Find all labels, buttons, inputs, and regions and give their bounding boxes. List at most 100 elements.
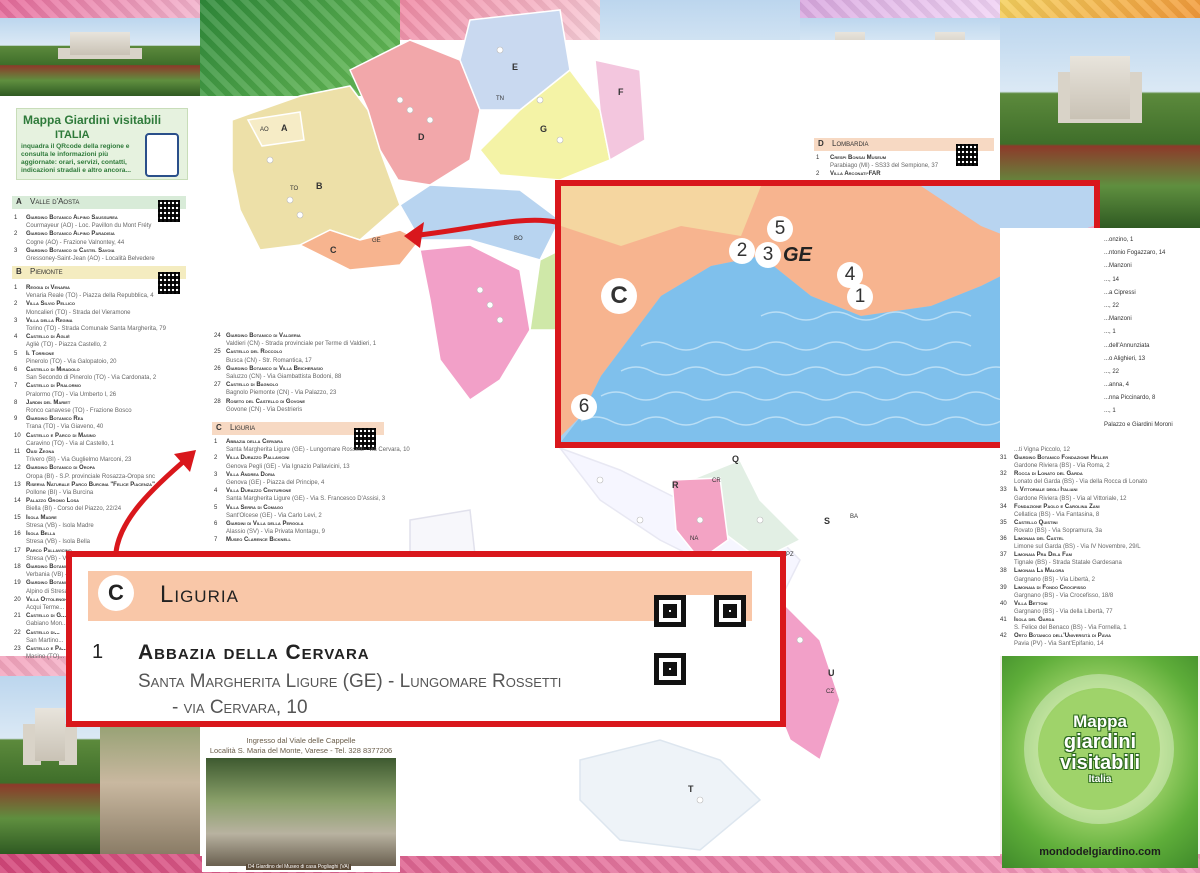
list-item-name: Villa Bettoni: [1014, 600, 1048, 607]
list-item: 5 Villa Serra di Comago Sant'Olcese (GE) -…: [214, 504, 354, 520]
list-item: 35 Castello Quistini Rovato (BS) - Via Sop…: [1000, 519, 1196, 535]
list-item-address: Gardone Riviera (BS) - Via al Vittoriale…: [1014, 495, 1127, 502]
list-fragment: ...dell'Annunziata: [1104, 342, 1150, 349]
list-item-number: 7: [214, 537, 218, 544]
callout-address-line2: - via Cervara, 10: [172, 697, 308, 718]
list-item-name: Castello di Bagnolo: [226, 382, 279, 389]
list-item: 3 Villa Andrea Doria Genova (GE) - Piazza …: [214, 471, 354, 487]
list-item-name: Orto Botanico dell'Università di Pavia: [1014, 633, 1111, 640]
list-item-address: Gardone Riviera (BS) - Via Roma, 2: [1014, 463, 1110, 470]
list-item-name: Il Vittoriale degli Italiani: [1014, 487, 1078, 494]
qr-code-lombardia[interactable]: [956, 144, 978, 166]
list-item: 28 Roseto del Castello di Govone Govone (C…: [214, 398, 384, 414]
callout-garden-name: Abbazia della Cervara: [138, 641, 370, 664]
list-fragment: Palazzo e Giardini Moroni: [1104, 421, 1173, 428]
list-item-address: Gargnano (BS) - Via Libertà, 2: [1014, 576, 1095, 583]
list-item-address: Genova Pegli (GE) - Via Ignazio Pallavic…: [226, 463, 350, 470]
province-to: TO: [290, 186, 299, 192]
list-item: 25 Castello del Roccolo Busca (CN) - Str. …: [214, 348, 384, 364]
list-item-name: Limonaia del Castel: [1014, 536, 1064, 543]
list-item: 6 Giardini di Villa della Pergola Alassio …: [214, 520, 354, 536]
list-lombardia-top: 1 Crespi Bonsai Museum Parabiago (MI) - SS…: [816, 154, 956, 178]
list-item-name: Castello del Roccolo: [226, 349, 283, 356]
list-fragment: ...anna, 4: [1104, 382, 1130, 389]
list-fragment: ...ntonio Fogazzaro, 14: [1104, 250, 1166, 257]
list-item-name: Crespi Bonsai Museum: [830, 155, 887, 161]
region-letter-g: G: [540, 124, 547, 134]
list-item-number: 42: [1000, 633, 1007, 640]
list-item: 38 Limonaia La Malora Gargnano (BS) - Via …: [1000, 567, 1196, 583]
list-fragment: ...Manzoni: [1104, 316, 1132, 323]
list-item-name: Villa Serra di Comago: [226, 504, 284, 511]
zoom-marker-1[interactable]: 1: [847, 284, 873, 310]
list-item-number: 36: [1000, 536, 1007, 543]
list-item-number: 25: [214, 349, 221, 356]
list-item-name: Roseto del Castello di Govone: [226, 398, 306, 405]
zoom-marker-3[interactable]: 3: [755, 242, 781, 268]
list-item-number: 31: [1000, 455, 1007, 462]
list-item: 33 Il Vittoriale degli Italiani Gardone Ri…: [1000, 486, 1196, 502]
list-item-number: 39: [1000, 584, 1007, 591]
promo-logo: Mappa giardini visitabili Italia mondode…: [1002, 656, 1198, 868]
callout-region-name: Liguria: [160, 581, 239, 608]
list-fragment: ..., 22: [1104, 302, 1120, 309]
list-item-number: 2: [816, 171, 820, 178]
poster-line2: Località S. Maria del Monte, Varese - Te…: [209, 746, 393, 755]
list-item-address: Busca (CN) - Str. Romantica, 17: [226, 357, 312, 364]
list-lombardia: ...ti Vigna Piccolo, 12 31 Giardino Botani…: [1000, 446, 1196, 648]
list-item-number: 41: [1000, 616, 1007, 623]
garden-poster: Ingresso dal Viale delle Cappelle Locali…: [202, 724, 400, 872]
province-pz: PZ: [786, 552, 794, 558]
list-liguria: 1 Abbazia della Cervara Santa Margherita L…: [214, 438, 410, 545]
zoom-marker-2[interactable]: 2: [729, 238, 755, 264]
list-fragment: ..., 14: [1104, 276, 1120, 283]
list-item-number: 37: [1000, 552, 1007, 559]
callout-item-number: 1: [92, 641, 104, 663]
list-item-address: Gargnano (BS) - Via Crocefisso, 18/8: [1014, 592, 1114, 599]
list-item-address: Lonato del Garda (BS) - Via della Rocca …: [1014, 479, 1148, 486]
list-item-number: 32: [1000, 471, 1007, 478]
list-item: 34 Fondazione Paolo e Carolina Zani Cellat…: [1000, 503, 1196, 519]
list-item-address: Saluzzo (CN) - Via Giambattista Bodoni, …: [226, 374, 342, 381]
list-item-address: Alassio (SV) - Via Privata Montagu, 9: [226, 529, 325, 536]
poster-caption: D4 Giardino del Museo di casa Pogliaghi …: [246, 864, 352, 870]
list-item-name: Castello Quistini: [1014, 519, 1058, 526]
list-item-name: Villa Andrea Doria: [226, 471, 275, 478]
zoom-region-letter: C: [601, 278, 637, 314]
qr-code-liguria[interactable]: [654, 595, 746, 685]
province-ao: AO: [260, 127, 269, 133]
list-item-name: Villa Durazzo Pallavicini: [226, 455, 290, 462]
list-item-name: Villa Durazzo Centurione: [226, 488, 292, 495]
list-item-address: Genova (GE) - Piazza del Principe, 4: [226, 480, 325, 487]
list-item: 41 Isola del Garda S. Felice del Benaco (B…: [1000, 616, 1196, 632]
list-item-number: [1000, 446, 1014, 454]
list-item: 39 Limonaia di Fondo Crocifisso Gargnano (…: [1000, 584, 1196, 600]
region-letter-b: B: [316, 181, 323, 191]
list-item-name: Limonaia Pra Dela Fam: [1014, 552, 1072, 559]
region-letter-q: Q: [732, 454, 739, 464]
promo-website[interactable]: mondodelgiardino.com: [1002, 846, 1198, 858]
list-item-address: Sant'Olcese (GE) - Via Carlo Levi, 2: [226, 512, 322, 519]
list-item-number: 4: [214, 488, 218, 495]
list-item-address: Santa Margherita Ligure (GE) - Via S. Fr…: [226, 496, 386, 503]
list-item-name: Fondazione Paolo e Carolina Zani: [1014, 503, 1100, 510]
list-fragment: ..., 22: [1104, 368, 1120, 375]
list-item: 32 Rocca di Lonato del Garda Lonato del Ga…: [1000, 470, 1196, 486]
list-item: 2 Villa Arconati-FAR: [816, 170, 956, 178]
list-fragment: ...onzino, 1: [1104, 237, 1134, 243]
list-item: 24 Giardino Botanico di Valderia Valdieri …: [214, 332, 384, 348]
zoom-marker-6[interactable]: 6: [571, 394, 597, 420]
list-item-number: 40: [1000, 600, 1007, 607]
list-item-number: 35: [1000, 519, 1007, 526]
promo-line2: giardini: [1063, 731, 1137, 753]
poster-line1: Ingresso dal Viale delle Cappelle: [246, 736, 356, 745]
list-item-number: 5: [214, 504, 218, 511]
zoom-province-label: GE: [783, 244, 812, 266]
list-item-address: Santa Margherita Ligure (GE) - Lungomare…: [226, 447, 410, 454]
list-item-address: Cellatica (BS) - Via Fantasina, 8: [1014, 511, 1100, 518]
list-item: 40 Villa Bettoni Gargnano (BS) - Via della…: [1000, 600, 1196, 616]
region-letter-t: T: [688, 784, 694, 794]
list-fragment: ...Manzoni: [1104, 263, 1132, 270]
zoom-marker-5[interactable]: 5: [767, 216, 793, 242]
list-item: ...ti Vigna Piccolo, 12: [1000, 446, 1196, 454]
